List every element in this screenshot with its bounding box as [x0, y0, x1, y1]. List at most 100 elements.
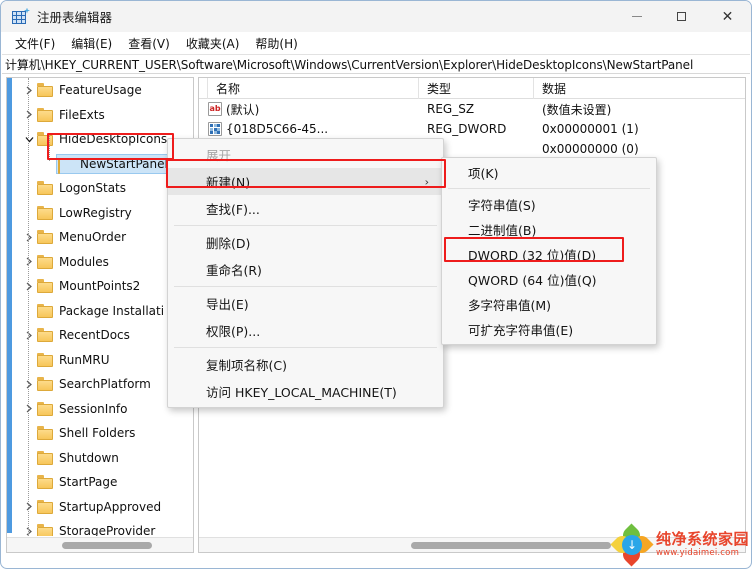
context-menu-item[interactable]: 删除(D): [168, 229, 443, 256]
tree-item-label: Package Installati: [59, 303, 165, 318]
chevron-right-icon[interactable]: [21, 323, 37, 347]
context-menu-item-label: 访问 HKEY_LOCAL_MACHINE(T): [206, 385, 397, 400]
tree-item-label: NewStartPanel: [80, 156, 168, 171]
tree-item-sessioninfo[interactable]: SessionInfo: [7, 397, 193, 422]
tree-item-label: StartupApproved: [59, 499, 162, 514]
tree-item-searchplatform[interactable]: SearchPlatform: [7, 372, 193, 397]
submenu-item-label: 二进制值(B): [468, 223, 537, 238]
registry-editor-window: 注册表编辑器 ✕ 文件(F) 编辑(E) 查看(V) 收藏夹(A) 帮助(H) …: [0, 0, 752, 569]
tree-item-hidedesktopicons[interactable]: HideDesktopIcons: [7, 127, 193, 152]
window-title: 注册表编辑器: [37, 10, 113, 25]
menu-help[interactable]: 帮助(H): [247, 33, 305, 54]
context-menu-item[interactable]: 导出(E): [168, 290, 443, 317]
tree-item-runmru[interactable]: RunMRU: [7, 348, 193, 373]
tree-item-package-installati[interactable]: Package Installati: [7, 299, 193, 324]
folder-icon: [37, 205, 54, 220]
tree-item-label: HideDesktopIcons: [59, 132, 168, 147]
context-menu-item[interactable]: 查找(F)...: [168, 195, 443, 222]
column-header-data[interactable]: 数据: [534, 78, 745, 99]
tree-item-logonstats[interactable]: LogonStats: [7, 176, 193, 201]
chevron-right-icon[interactable]: [21, 250, 37, 274]
tree-item-startupapproved[interactable]: StartupApproved: [7, 495, 193, 520]
tree-item-fileexts[interactable]: FileExts: [7, 103, 193, 128]
tree-item-label: SessionInfo: [59, 401, 128, 416]
chevron-right-icon[interactable]: [21, 274, 37, 298]
submenu-item[interactable]: 项(K): [442, 160, 656, 185]
submenu-item[interactable]: 二进制值(B): [442, 217, 656, 242]
tree-item-lowregistry[interactable]: LowRegistry: [7, 201, 193, 226]
column-header-type[interactable]: 类型: [419, 78, 534, 99]
tree-item-featureusage[interactable]: FeatureUsage: [7, 78, 193, 103]
tree-item-label: Shutdown: [59, 450, 119, 465]
tree-horizontal-scrollbar[interactable]: [7, 537, 193, 552]
tree-item-storageprovider[interactable]: StorageProvider: [7, 519, 193, 536]
chevron-right-icon[interactable]: [21, 372, 37, 396]
submenu-item[interactable]: 字符串值(S): [442, 192, 656, 217]
value-data-cell: (数值未设置): [542, 102, 612, 117]
menu-favorites[interactable]: 收藏夹(A): [178, 33, 248, 54]
tree-item-newstartpanel[interactable]: NewStartPanel: [7, 152, 193, 177]
menu-edit[interactable]: 编辑(E): [63, 33, 120, 54]
chevron-right-icon[interactable]: [21, 495, 37, 519]
folder-icon: [37, 181, 54, 196]
tree-item-shutdown[interactable]: Shutdown: [7, 446, 193, 471]
tree-guide-line: [28, 78, 29, 536]
values-header: 名称 类型 数据: [199, 78, 745, 99]
context-menu-item[interactable]: 权限(P)...: [168, 317, 443, 344]
tree-hscroll-thumb[interactable]: [62, 542, 152, 549]
tree-item-modules[interactable]: Modules: [7, 250, 193, 275]
menu-file[interactable]: 文件(F): [7, 33, 63, 54]
address-bar[interactable]: 计算机\HKEY_CURRENT_USER\Software\Microsoft…: [2, 54, 750, 74]
submenu-item[interactable]: QWORD (64 位)值(Q): [442, 267, 656, 292]
tree-item-label: LowRegistry: [59, 205, 132, 220]
chevron-right-icon[interactable]: [21, 78, 37, 102]
folder-icon: [37, 401, 54, 416]
value-row[interactable]: {018D5C66-45... REG_DWORD 0x00000001 (1): [199, 119, 745, 139]
context-menu-item-label: 重命名(R): [206, 263, 262, 278]
chevron-right-icon[interactable]: [21, 397, 37, 421]
context-menu-item[interactable]: 访问 HKEY_LOCAL_MACHINE(T): [168, 378, 443, 405]
registry-tree[interactable]: FeatureUsage FileExts HideDesktopIcons NewS…: [7, 78, 193, 536]
value-type-cell: REG_SZ: [427, 102, 475, 116]
values-hscroll-thumb[interactable]: [411, 542, 611, 549]
folder-icon: [37, 230, 54, 245]
submenu-item[interactable]: 可扩充字符串值(E): [442, 317, 656, 342]
submenu-item[interactable]: DWORD (32 位)值(D): [442, 242, 656, 267]
chevron-right-icon[interactable]: [21, 225, 37, 249]
tree-item-shell-folders[interactable]: Shell Folders: [7, 421, 193, 446]
value-row[interactable]: ab (默认) REG_SZ (数值未设置): [199, 99, 745, 119]
menu-separator: [174, 225, 437, 226]
tree-item-recentdocs[interactable]: RecentDocs: [7, 323, 193, 348]
context-menu-item-label: 复制项名称(C): [206, 358, 287, 373]
value-type-cell: REG_DWORD: [427, 122, 507, 136]
menu-view[interactable]: 查看(V): [120, 33, 178, 54]
maximize-button[interactable]: [659, 1, 704, 32]
registry-context-menu[interactable]: 展开 新建(N) › 查找(F)... 删除(D) 重命名(R) 导出(E) 权限(P)...…: [167, 138, 444, 408]
tree-item-label: Shell Folders: [59, 426, 136, 441]
context-menu-item[interactable]: 新建(N) ›: [168, 168, 443, 195]
registry-tree-pane: FeatureUsage FileExts HideDesktopIcons NewS…: [6, 77, 194, 553]
tree-item-menuorder[interactable]: MenuOrder: [7, 225, 193, 250]
new-value-submenu[interactable]: 项(K) 字符串值(S) 二进制值(B) DWORD (32 位)值(D) QWORD …: [441, 157, 657, 345]
value-name-text: {018D5C66-45...: [226, 122, 329, 136]
tree-item-label: MountPoints2: [59, 279, 141, 294]
context-menu-item[interactable]: 复制项名称(C): [168, 351, 443, 378]
column-header-name[interactable]: 名称: [208, 78, 419, 99]
close-button[interactable]: ✕: [704, 1, 751, 32]
minimize-button[interactable]: [614, 1, 659, 32]
folder-icon: [37, 450, 54, 465]
context-menu-item[interactable]: 重命名(R): [168, 256, 443, 283]
tree-item-mountpoints2[interactable]: MountPoints2: [7, 274, 193, 299]
menu-separator: [174, 347, 437, 348]
chevron-right-icon[interactable]: [21, 519, 37, 536]
folder-icon: [37, 524, 54, 536]
tree-item-startpage[interactable]: StartPage: [7, 470, 193, 495]
tree-item-label: SearchPlatform: [59, 377, 151, 392]
chevron-down-icon[interactable]: [21, 127, 37, 151]
submenu-item[interactable]: 多字符串值(M): [442, 292, 656, 317]
chevron-right-icon[interactable]: [21, 103, 37, 127]
